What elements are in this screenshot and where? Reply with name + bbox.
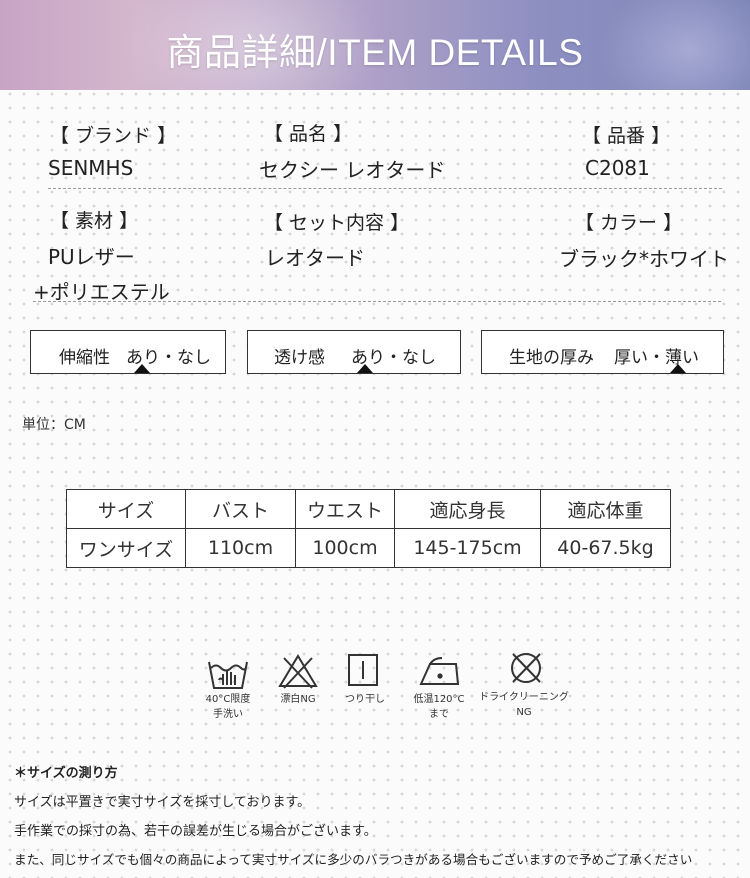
- table-header-row: サイズ バスト ウエスト 適応身長 適応体重: [66, 489, 671, 529]
- table-cell: ワンサイズ: [66, 528, 186, 568]
- sheer-label: 透け感: [274, 348, 325, 368]
- table-row: ワンサイズ 110cm 100cm 145-175cm 40-67.5kg: [66, 528, 671, 568]
- table-header-cell: 適応身長: [394, 489, 541, 529]
- measure-note-2: 手作業での採寸の為、若干の誤差が生じる場合がございます。: [14, 824, 377, 839]
- thickness-options: 厚い・薄い: [614, 348, 699, 368]
- table-cell: 110cm: [185, 528, 296, 568]
- color-value: ブラック*ホワイト: [559, 247, 729, 271]
- page-title: 商品詳細/ITEM DETAILS: [166, 32, 584, 73]
- table-header-cell: 適応体重: [540, 489, 671, 529]
- hand-wash-label: 40°C限度 手洗い: [205, 694, 251, 720]
- thickness-selected-marker-icon: [670, 364, 686, 373]
- stretch-label: 伸縮性: [59, 348, 110, 368]
- iron-low-label: 低温120°C まで: [413, 694, 465, 720]
- thickness-spec-box: 生地の厚み 厚い・薄い: [481, 330, 724, 374]
- measure-note-1: サイズは平置きで実寸サイズを採寸しております。: [14, 795, 311, 810]
- line-dry-icon: [343, 650, 387, 694]
- product-number-value: C2081: [585, 156, 650, 180]
- divider-1: [48, 188, 722, 189]
- table-header-cell: バスト: [185, 489, 296, 529]
- sheer-spec-box: 透け感 あり・なし: [247, 330, 461, 374]
- product-number-label: 【 品番 】: [582, 125, 671, 147]
- stretch-selected-marker-icon: [134, 364, 150, 373]
- size-table: サイズ バスト ウエスト 適応身長 適応体重 ワンサイズ 110cm 100cm…: [66, 489, 671, 568]
- table-cell: 100cm: [295, 528, 395, 568]
- color-label: 【 カラー 】: [575, 212, 683, 234]
- set-contents-value: レオタード: [265, 246, 365, 270]
- stretch-spec-box: 伸縮性 あり・なし: [30, 330, 226, 374]
- hand-wash-icon: [206, 650, 250, 694]
- header-banner: 商品詳細/ITEM DETAILS: [0, 0, 750, 90]
- table-cell: 40-67.5kg: [540, 528, 671, 568]
- product-name-value: セクシー レオタード: [259, 158, 446, 182]
- material-label: 【 素材 】: [50, 210, 139, 232]
- table-header-cell: ウエスト: [295, 489, 395, 529]
- unit-label: 単位：CM: [22, 417, 86, 433]
- thickness-label: 生地の厚み: [509, 348, 594, 368]
- table-cell: 145-175cm: [394, 528, 541, 568]
- line-dry-label: つり干し: [345, 694, 385, 705]
- measure-note-3: また、同じサイズでも個々の商品によって実寸サイズに多少のバラつきがある場合もござ…: [14, 852, 693, 867]
- brand-label: 【 ブランド 】: [50, 125, 177, 147]
- sheer-selected-marker-icon: [357, 364, 373, 373]
- set-contents-label: 【 セット内容 】: [264, 212, 410, 234]
- divider-2: [33, 301, 721, 302]
- no-dry-clean-icon: [504, 648, 548, 692]
- iron-low-icon: [418, 650, 462, 694]
- material-value-1: PUレザー: [48, 245, 135, 269]
- brand-value: SENMHS: [48, 156, 134, 180]
- table-header-cell: サイズ: [66, 489, 186, 529]
- product-name-label: 【 品名 】: [264, 123, 353, 145]
- no-dry-clean-label: ドライクリーニング NG: [479, 692, 569, 718]
- measure-heading: ＊サイズの測り方: [14, 766, 118, 781]
- no-bleach-icon: [276, 650, 320, 694]
- no-bleach-label: 漂白NG: [280, 694, 316, 705]
